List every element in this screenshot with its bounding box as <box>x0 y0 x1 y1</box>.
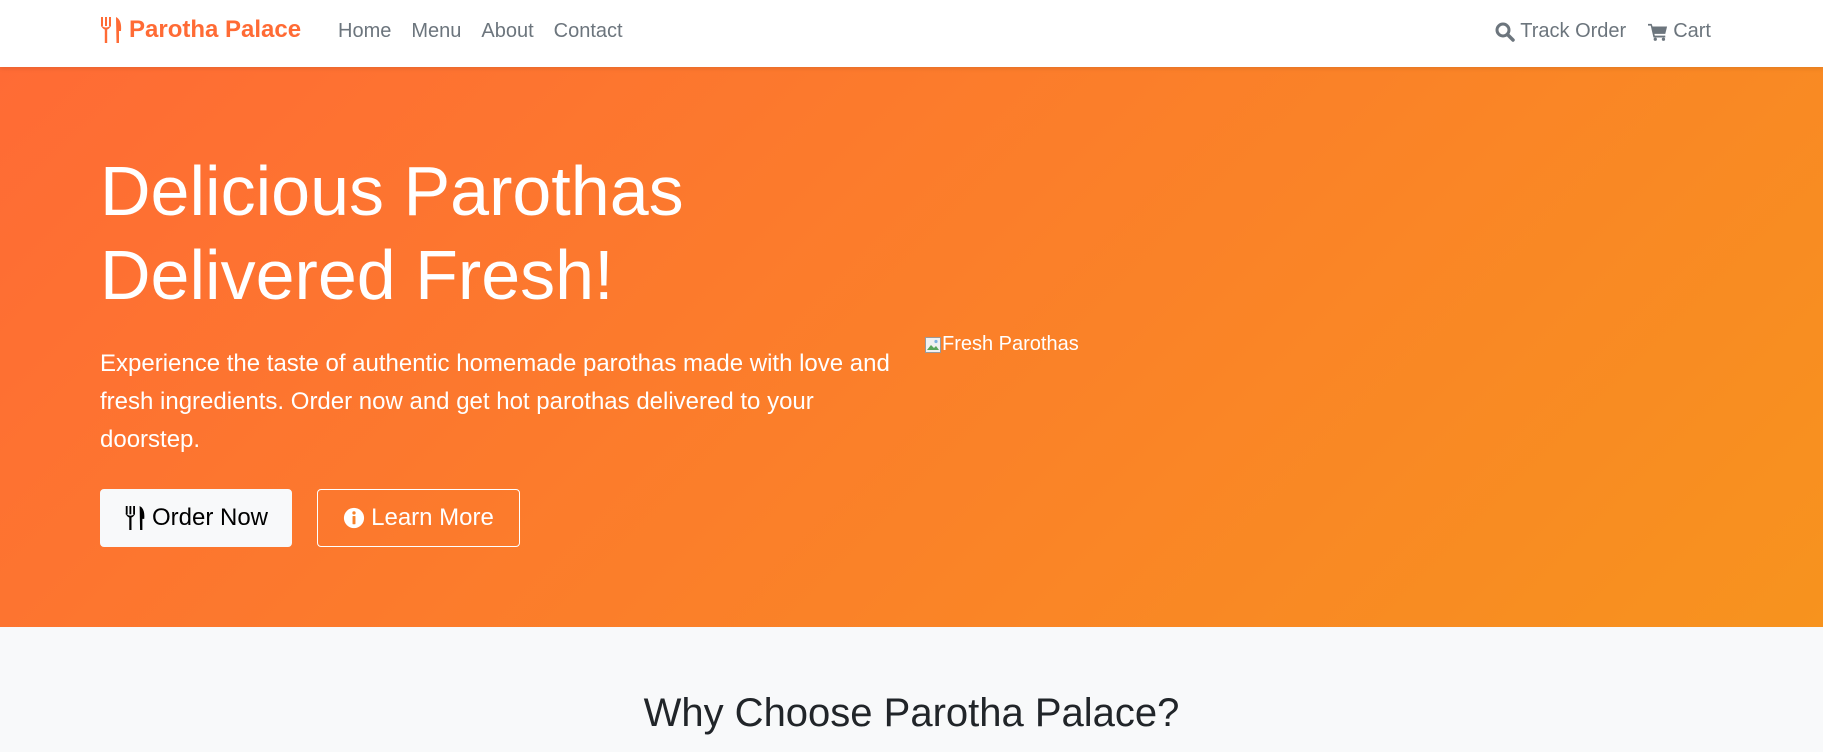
features-section: Why Choose Parotha Palace? <box>0 627 1823 752</box>
hero-image: Fresh Parothas <box>925 333 1079 356</box>
hero-description: Experience the taste of authentic homema… <box>100 350 890 453</box>
hero-section: Delicious Parothas Delivered Fresh! Expe… <box>0 67 1823 627</box>
features-title: Why Choose Parotha Palace? <box>643 691 1180 735</box>
order-now-button[interactable]: Order Now <box>100 489 292 547</box>
brand-name: Parotha Palace <box>129 16 302 43</box>
utensils-icon <box>125 506 145 530</box>
brand-link[interactable]: Parotha Palace <box>100 16 301 44</box>
nav-contact[interactable]: Contact <box>554 20 623 43</box>
nav-about[interactable]: About <box>481 20 533 43</box>
hero-title: Delicious Parothas Delivered Fresh! <box>100 149 860 317</box>
track-order-link[interactable]: Track Order <box>1495 20 1626 43</box>
order-now-label: Order Now <box>151 504 269 531</box>
cart-link[interactable]: Cart <box>1648 20 1711 43</box>
nav-home[interactable]: Home <box>338 20 391 43</box>
nav-menu[interactable]: Menu <box>411 20 461 43</box>
utensils-icon <box>101 17 122 43</box>
info-circle-icon <box>344 507 365 529</box>
navbar: Parotha Palace Home Menu About Contact T… <box>0 0 1823 67</box>
nav-links: Home Menu About Contact <box>338 20 643 43</box>
nav-actions: Track Order Cart <box>1473 20 1711 43</box>
learn-more-label: Learn More <box>371 504 494 531</box>
hero-title-line1: Delicious Parothas <box>100 152 684 230</box>
cart-label: Cart <box>1673 20 1711 42</box>
track-order-label: Track Order <box>1520 20 1627 42</box>
search-icon <box>1495 22 1516 42</box>
hero-image-alt: Fresh Parothas <box>942 333 1079 355</box>
cart-icon <box>1648 23 1668 41</box>
hero-title-line2: Delivered Fresh! <box>100 236 614 314</box>
broken-image-icon <box>925 336 941 353</box>
learn-more-button[interactable]: Learn More <box>317 489 520 547</box>
